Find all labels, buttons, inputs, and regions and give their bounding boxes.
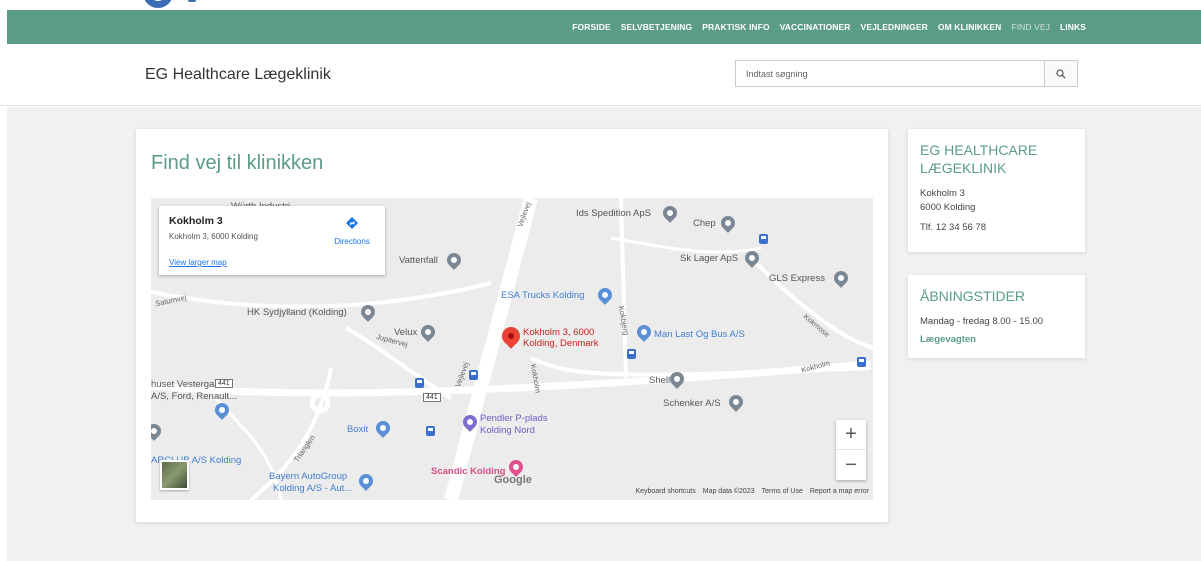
map-label: Vattenfall — [399, 255, 438, 266]
map-footer: Keyboard shortcuts Map data ©2023 Terms … — [635, 488, 869, 495]
terms-link[interactable]: Terms of Use — [762, 488, 803, 495]
top-strip — [0, 0, 1201, 10]
google-map[interactable]: Würth Industri Ids Spedition ApS Chep Va… — [151, 198, 873, 500]
map-label: Man Last Og Bus A/S — [654, 329, 745, 340]
nav-item-om-klinikken[interactable]: OM KLINIKKEN — [933, 22, 1007, 32]
zoom-in-button[interactable]: + — [836, 420, 866, 450]
contact-card: EG HEALTHCARE LÆGEKLINIK Kokholm 3 6000 … — [908, 129, 1085, 252]
nav-item-find-vej[interactable]: FIND VEJ — [1006, 22, 1055, 32]
map-label: Chep — [693, 218, 716, 229]
search-button[interactable] — [1044, 61, 1077, 86]
satellite-toggle[interactable] — [160, 460, 189, 490]
zoom-controls: + − — [836, 420, 866, 480]
map-label: Schenker A/S — [663, 398, 721, 409]
contact-phone: Tlf. 12 34 56 78 — [920, 222, 987, 233]
search-icon — [1056, 68, 1066, 78]
map-label: Bayern AutoGroup — [269, 471, 348, 482]
route-shield: 441 — [423, 393, 441, 402]
opening-hours-card: ÅBNINGSTIDER Mandag - fredag 8.00 - 15.0… — [908, 275, 1085, 358]
map-label: GLS Express — [769, 273, 825, 284]
keyboard-shortcuts-link[interactable]: Keyboard shortcuts — [635, 488, 695, 495]
bus-stop-icon[interactable] — [759, 234, 768, 244]
info-address: Kokholm 3, 6000 Kolding — [169, 232, 258, 241]
view-larger-map-link[interactable]: View larger map — [169, 258, 227, 267]
bus-stop-icon[interactable] — [426, 426, 435, 436]
nav-item-vaccinationer[interactable]: VACCINATIONER — [775, 22, 856, 32]
nav-menu: FORSIDE SELVBETJENING PRAKTISK INFO VACC… — [567, 10, 1091, 44]
find-route-card: Find vej til klinikken Würth Industri Id… — [136, 129, 888, 522]
map-data-text: Map data ©2023 — [702, 488, 755, 495]
bus-stop-icon[interactable] — [857, 357, 866, 367]
hours-weekday: Mandag - fredag 8.00 - 15.00 — [920, 316, 1044, 327]
map-label: ESA Trucks Kolding — [501, 290, 585, 301]
emergency-link[interactable]: Lægevagten — [920, 334, 976, 345]
route-shield: 441 — [215, 379, 233, 388]
nav-item-selvbetjening[interactable]: SELVBETJENING — [616, 22, 698, 32]
map-label: Sk Lager ApS — [680, 253, 739, 264]
nav-item-forside[interactable]: FORSIDE — [567, 22, 615, 32]
map-label: Pendler P-plads — [480, 413, 548, 424]
map-label: Boxit — [347, 424, 369, 435]
directions-icon — [346, 217, 358, 229]
map-info-box: Kokholm 3 Kokholm 3, 6000 Kolding Direct… — [159, 206, 385, 275]
bus-stop-icon[interactable] — [415, 378, 424, 388]
map-label: A/S, Ford, Renault... — [151, 391, 238, 402]
map-label: Kolding Nord — [480, 425, 535, 436]
page-title: Find vej til klinikken — [151, 152, 324, 174]
search-box — [735, 60, 1078, 87]
zoom-out-button[interactable]: − — [836, 450, 866, 480]
site-header: EG Healthcare Lægeklinik — [0, 44, 1201, 106]
google-logo: Google — [494, 474, 532, 486]
directions-label: Directions — [334, 237, 370, 246]
map-label: HK Sydjylland (Kolding) — [247, 307, 347, 318]
hours-title: ÅBNINGSTIDER — [920, 288, 1026, 304]
directions-button[interactable]: Directions — [331, 216, 373, 246]
report-error-link[interactable]: Report a map error — [810, 488, 869, 495]
map-label: Shell — [649, 375, 671, 386]
logo — [143, 0, 203, 8]
bus-stop-icon[interactable] — [469, 370, 478, 380]
contact-street: Kokholm 3 — [920, 188, 965, 199]
marker-label-line1: Kokholm 3, 6000 — [523, 327, 595, 338]
bus-stop-icon[interactable] — [627, 349, 636, 359]
contact-city: 6000 Kolding — [920, 202, 976, 213]
main-navigation: FORSIDE SELVBETJENING PRAKTISK INFO VACC… — [7, 10, 1201, 44]
search-input[interactable] — [736, 61, 1044, 86]
contact-title: EG HEALTHCARE LÆGEKLINIK — [920, 142, 1038, 176]
map-label: Kolding A/S - Aut... — [273, 483, 353, 494]
nav-item-vejledninger[interactable]: VEJLEDNINGER — [856, 22, 933, 32]
info-title: Kokholm 3 — [169, 215, 223, 227]
marker-label-line2: Kolding, Denmark — [523, 338, 599, 349]
map-label: Ids Spedition ApS — [576, 208, 651, 219]
nav-item-praktisk-info[interactable]: PRAKTISK INFO — [697, 22, 774, 32]
site-title[interactable]: EG Healthcare Lægeklinik — [145, 66, 331, 84]
nav-item-links[interactable]: LINKS — [1055, 22, 1091, 32]
